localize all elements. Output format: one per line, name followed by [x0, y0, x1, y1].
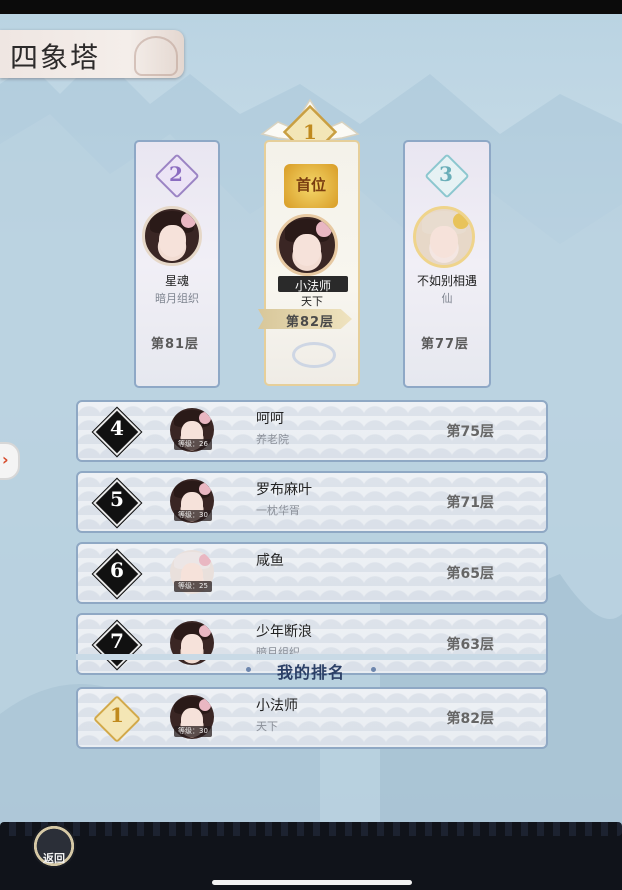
podium-rank-2-number: 2	[169, 162, 183, 186]
divider-dot	[371, 667, 376, 672]
first-place-badge-text: 首位	[295, 176, 326, 194]
podium-rank-3-number: 3	[439, 162, 453, 186]
rank-number: 6	[110, 558, 124, 582]
podium-floor: 第81层	[150, 337, 200, 352]
player-floor: 第71层	[446, 495, 494, 511]
podium-floor: 第82层	[285, 315, 335, 330]
my-rank-row[interactable]: 1 等级：30 小法师 天下 第82层	[76, 687, 548, 749]
player-floor: 第82层	[446, 711, 494, 727]
status-bar	[0, 0, 622, 14]
podium-card-rank-3[interactable]: 3 不如别相遇 仙 第77层	[403, 140, 491, 388]
podium-card-rank-2[interactable]: 2 星魂 暗月组织 第81层	[134, 140, 220, 388]
home-indicator[interactable]	[212, 880, 412, 885]
avatar	[142, 206, 202, 266]
ranking-row[interactable]: 5 等级：30 罗布麻叶 一枕华胥 第71层	[76, 471, 548, 533]
page-title: 四象塔	[10, 41, 101, 74]
player-floor: 第65层	[446, 566, 494, 582]
my-rank-label: 我的排名	[276, 663, 345, 682]
podium-name: 小法师	[294, 279, 331, 293]
rank-number: 7	[110, 629, 124, 653]
cloud-swirl-icon	[292, 342, 336, 368]
podium-guild: 暗月组织	[155, 292, 199, 305]
player-name: 罗布麻叶	[256, 482, 312, 498]
player-floor: 第63层	[446, 637, 494, 653]
back-button-label[interactable]: 返回	[34, 850, 74, 866]
avatar	[276, 214, 338, 276]
player-guild: 一枕华胥	[256, 504, 300, 517]
player-guild: 养老院	[256, 433, 289, 446]
avatar	[413, 206, 475, 268]
cloud-ornament-icon	[134, 36, 178, 76]
podium-card-rank-1[interactable]: 首位 小法师 天下 第82层	[258, 140, 360, 386]
podium-guild: 仙	[441, 292, 453, 305]
rank-number: 4	[110, 416, 124, 440]
podium-floor: 第77层	[420, 337, 470, 352]
rank-number: 5	[110, 487, 124, 511]
ranking-row[interactable]: 4 等级：26 呵呵 养老院 第75层	[76, 400, 548, 462]
player-floor: 第75层	[446, 424, 494, 440]
arrow-icon: ›	[2, 450, 9, 469]
player-name: 咸鱼	[256, 553, 284, 569]
level-badge: 等级：30	[174, 726, 212, 737]
podium-name: 不如别相遇	[416, 274, 477, 288]
podium-name: 星魂	[164, 274, 189, 288]
level-badge: 等级：30	[174, 510, 212, 521]
player-name: 呵呵	[256, 411, 284, 427]
side-toggle-button[interactable]: ›	[0, 442, 20, 480]
level-badge: 等级：25	[174, 581, 212, 592]
level-badge: 等级：26	[174, 439, 212, 450]
player-guild: 天下	[256, 720, 278, 733]
podium-guild: 天下	[301, 295, 323, 308]
my-rank-number: 1	[110, 703, 124, 727]
ranking-row[interactable]: 6 等级：25 咸鱼 第65层	[76, 542, 548, 604]
player-name: 小法师	[256, 698, 298, 714]
title-plate: 四象塔	[0, 30, 184, 78]
player-name: 少年断浪	[256, 624, 312, 640]
